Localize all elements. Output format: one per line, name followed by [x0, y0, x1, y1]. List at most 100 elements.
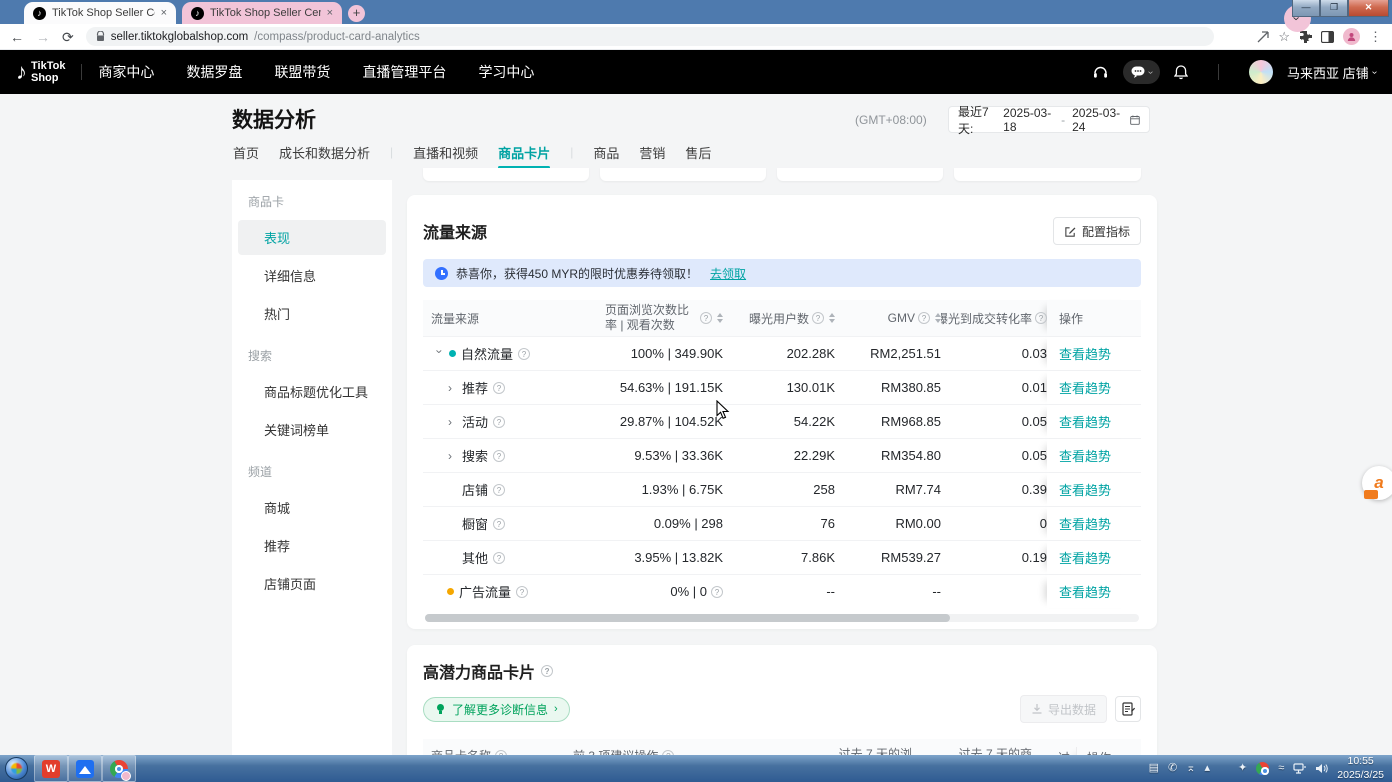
- card-stub: [600, 168, 766, 181]
- nav-item-data-compass[interactable]: 数据罗盘: [186, 62, 242, 82]
- col-users[interactable]: 曝光用户数: [723, 310, 835, 327]
- tray-briefcase-icon[interactable]: ▤: [1149, 763, 1159, 774]
- help-icon[interactable]: [918, 312, 930, 324]
- export-data-button[interactable]: 导出数据: [1020, 695, 1107, 723]
- help-icon[interactable]: [516, 586, 528, 598]
- scrollbar-thumb[interactable]: [425, 614, 950, 622]
- store-avatar[interactable]: [1249, 60, 1273, 84]
- view-trend-link[interactable]: 查看趋势: [1059, 514, 1111, 533]
- view-trend-link[interactable]: 查看趋势: [1059, 446, 1111, 465]
- tab-growth-analytics[interactable]: 成长和数据分析: [279, 143, 370, 162]
- browser-tab-2[interactable]: ♪ TikTok Shop Seller Center | Cr ×: [182, 2, 342, 24]
- page-content: 数据分析 (GMT+08:00) 最近7天: 2025-03-18 - 2025…: [0, 94, 1392, 755]
- bookmark-star-icon[interactable]: ☆: [1278, 30, 1290, 43]
- tray-help-icon[interactable]: ✆: [1168, 763, 1177, 774]
- url-bar[interactable]: seller.tiktokglobalshop.com/compass/prod…: [86, 27, 1214, 46]
- tab-home[interactable]: 首页: [233, 143, 259, 162]
- help-icon[interactable]: [493, 382, 505, 394]
- taskbar-chrome-icon[interactable]: [102, 755, 136, 782]
- sidebar-item-mall[interactable]: 商城: [238, 490, 386, 525]
- taskbar-wps-icon[interactable]: W: [34, 755, 68, 782]
- help-icon[interactable]: [812, 312, 824, 324]
- col-gmv-7d[interactable]: 过去 7 天的商品交易总额: [938, 747, 1058, 755]
- nav-item-live-manage[interactable]: 直播管理平台: [362, 62, 446, 82]
- expand-icon[interactable]: ›: [448, 450, 457, 462]
- view-trend-link[interactable]: 查看趋势: [1059, 548, 1111, 567]
- sidebar-item-performance[interactable]: 表现: [238, 220, 386, 255]
- sidebar-section-search: 搜索: [232, 334, 392, 371]
- extensions-puzzle-icon[interactable]: [1299, 30, 1312, 43]
- nav-item-learning[interactable]: 学习中心: [478, 62, 534, 82]
- menu-dots-icon[interactable]: ⋮: [1369, 30, 1382, 43]
- claim-coupon-link[interactable]: 去领取: [710, 265, 746, 282]
- view-trend-link[interactable]: 查看趋势: [1059, 480, 1111, 499]
- taskbar-clock[interactable]: 10:55 2025/3/25: [1337, 755, 1384, 781]
- horizontal-scrollbar[interactable]: [425, 614, 1139, 622]
- start-button[interactable]: [5, 757, 28, 780]
- col-gmv[interactable]: GMV: [835, 311, 941, 325]
- sidebar-item-shop-page[interactable]: 店铺页面: [238, 566, 386, 601]
- headset-icon[interactable]: [1092, 65, 1109, 80]
- volume-icon[interactable]: [1315, 763, 1328, 774]
- forward-icon[interactable]: →: [36, 30, 50, 44]
- close-tab-icon[interactable]: ×: [161, 7, 167, 19]
- col-action: 操作: [1047, 300, 1141, 336]
- view-trend-link[interactable]: 查看趋势: [1059, 378, 1111, 397]
- table-row-search: ›搜索 9.53% | 33.36K 22.29K RM354.80 0.05 …: [423, 438, 1141, 472]
- tray-swoosh-icon[interactable]: ≈: [1278, 763, 1284, 774]
- close-tab-icon[interactable]: ×: [327, 7, 333, 19]
- sidebar-item-trending[interactable]: 热门: [238, 296, 386, 331]
- network-icon[interactable]: [1293, 763, 1306, 774]
- sidebar-item-recommend[interactable]: 推荐: [238, 528, 386, 563]
- notifications-bell-icon[interactable]: [1174, 65, 1188, 80]
- tray-messenger-icon[interactable]: ✦: [1238, 763, 1247, 774]
- back-icon[interactable]: ←: [10, 30, 24, 44]
- new-tab-button[interactable]: +: [348, 5, 365, 22]
- report-note-icon[interactable]: [1115, 696, 1141, 722]
- view-trend-link[interactable]: 查看趋势: [1059, 412, 1111, 431]
- floating-promo-badge[interactable]: a: [1362, 466, 1392, 500]
- tiktok-shop-logo[interactable]: ♪ TikTokShop: [16, 60, 65, 84]
- sidebar-item-keyword-ranking[interactable]: 关键词榜单: [238, 412, 386, 447]
- col-visitors-7d[interactable]: 过去 7 天的浏览人数: [823, 747, 938, 755]
- col-conversion[interactable]: 曝光到成交转化率: [941, 310, 1047, 327]
- expand-icon[interactable]: ›: [448, 416, 457, 428]
- messages-button[interactable]: ›: [1123, 60, 1160, 84]
- diagnosis-link[interactable]: 了解更多诊断信息 ›: [423, 697, 570, 722]
- nav-item-seller-center[interactable]: 商家中心: [98, 62, 154, 82]
- expand-icon[interactable]: ›: [448, 382, 457, 394]
- sidebar-item-title-optimizer[interactable]: 商品标题优化工具: [238, 374, 386, 409]
- collapse-icon[interactable]: ›: [434, 349, 446, 358]
- store-switcher[interactable]: 马来西亚 店铺 ›: [1287, 63, 1376, 82]
- help-icon[interactable]: [493, 484, 505, 496]
- tray-expand-icon[interactable]: ▴: [1204, 763, 1210, 774]
- configure-metrics-button[interactable]: 配置指标: [1053, 217, 1141, 245]
- browser-tab-1[interactable]: ♪ TikTok Shop Seller Center | Cr ×: [24, 2, 176, 24]
- profile-avatar-icon[interactable]: [1343, 28, 1360, 45]
- maximize-button[interactable]: ❐: [1320, 0, 1348, 17]
- help-icon[interactable]: [493, 450, 505, 462]
- side-panel-icon[interactable]: [1321, 31, 1334, 43]
- help-icon[interactable]: [493, 416, 505, 428]
- share-icon[interactable]: [1257, 31, 1269, 43]
- refresh-icon[interactable]: ⟳: [62, 30, 74, 44]
- nav-item-affiliate[interactable]: 联盟带货: [274, 62, 330, 82]
- col-views[interactable]: 页面浏览次数比率 | 观看次数: [563, 303, 723, 333]
- table-row-shop: 店铺 1.93% | 6.75K 258 RM7.74 0.39 查看趋势: [423, 472, 1141, 506]
- minimize-button[interactable]: —: [1292, 0, 1320, 17]
- sidebar-item-details[interactable]: 详细信息: [238, 258, 386, 293]
- tray-chrome-icon[interactable]: [1256, 762, 1269, 775]
- help-icon[interactable]: [711, 586, 723, 598]
- users-value: --: [723, 584, 835, 599]
- help-icon[interactable]: [518, 348, 530, 360]
- help-icon[interactable]: [541, 665, 553, 677]
- view-trend-link[interactable]: 查看趋势: [1059, 344, 1111, 363]
- tray-eject-icon[interactable]: ⌅: [1186, 763, 1195, 774]
- taskbar-app-icon[interactable]: [68, 755, 102, 782]
- view-trend-link[interactable]: 查看趋势: [1059, 582, 1111, 601]
- help-icon[interactable]: [700, 312, 712, 324]
- help-icon[interactable]: [493, 552, 505, 564]
- close-button[interactable]: ✕: [1348, 0, 1389, 17]
- help-icon[interactable]: [1035, 312, 1047, 324]
- help-icon[interactable]: [493, 518, 505, 530]
